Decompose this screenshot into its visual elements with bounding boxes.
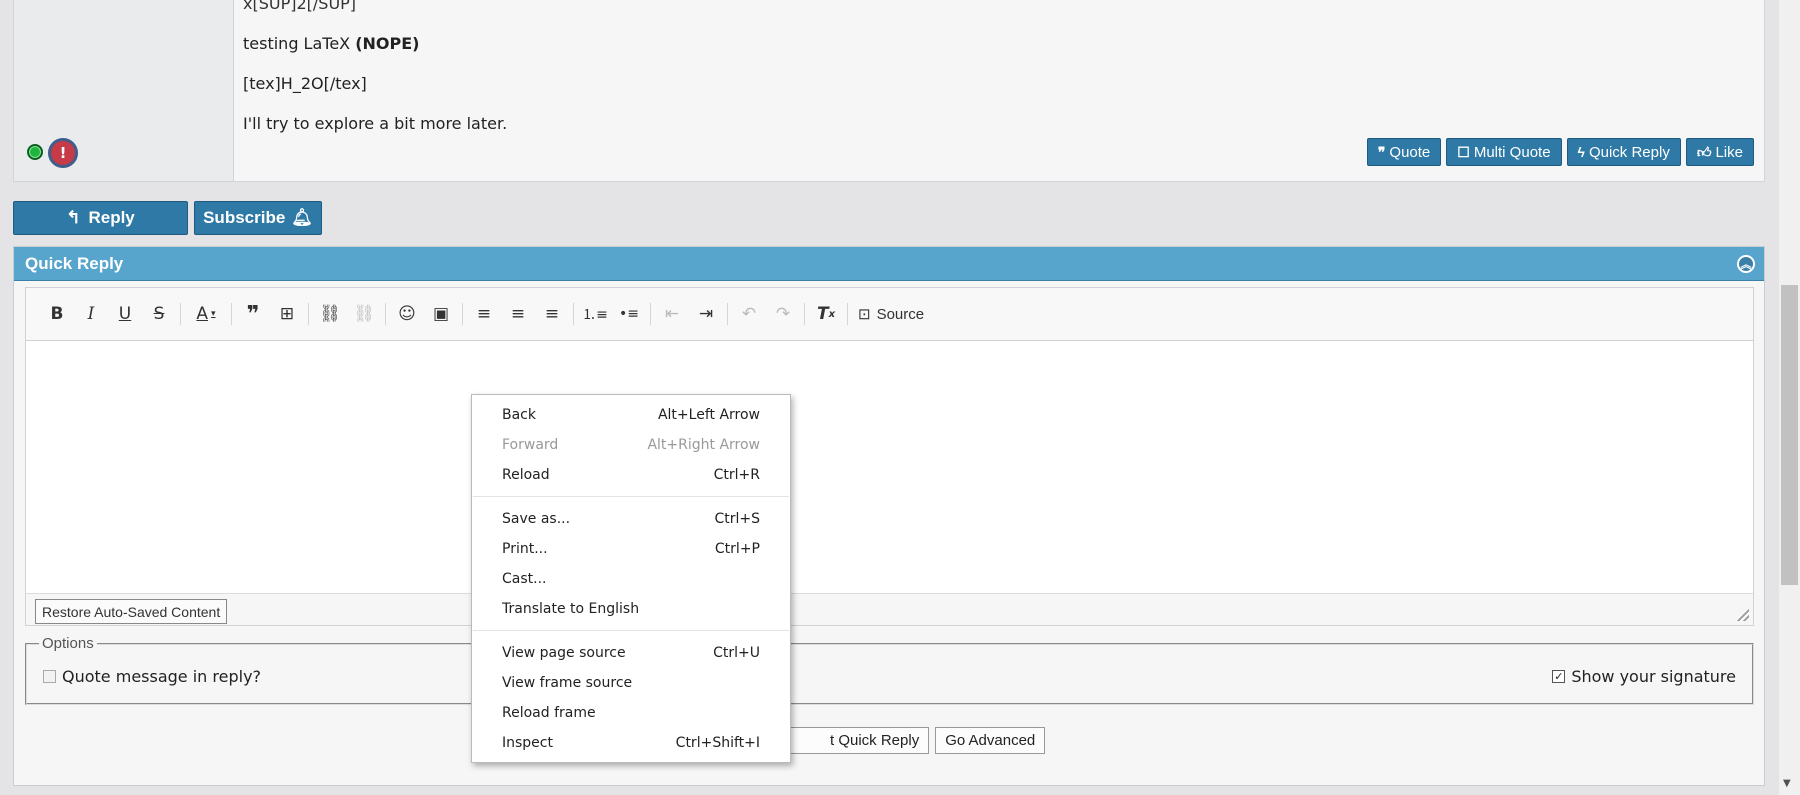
context-reload[interactable]: Reload Ctrl+R	[502, 463, 760, 487]
thumbs-up-icon: 👍︎	[1696, 143, 1712, 160]
quote-icon: ❞	[1377, 143, 1386, 160]
like-button[interactable]: 👍︎ Like	[1685, 138, 1754, 166]
context-view-frame-source[interactable]: View frame source	[502, 671, 760, 695]
unlink-icon[interactable]: ⛓	[347, 299, 381, 329]
numbered-list-icon[interactable]: ⒈≡	[578, 299, 612, 329]
restore-autosave-button[interactable]: Restore Auto-Saved Content	[35, 599, 228, 624]
align-right-icon[interactable]: ≡	[535, 299, 569, 329]
context-inspect[interactable]: Inspect Ctrl+Shift+I	[502, 731, 760, 755]
bold-icon[interactable]: B	[40, 299, 74, 329]
reply-arrow-icon: ↰	[66, 208, 81, 227]
toolbar-separator	[385, 303, 386, 325]
scroll-down-arrow-icon[interactable]: ▼	[1783, 778, 1791, 789]
editor-toolbar: B I U S A▾ ❞ ⊞ ⛓ ⛓ ☺ ▣ ≡ ≡ ≡ ⒈≡ •≡ ⇤ ⇥	[26, 288, 1753, 341]
show-signature-checkbox[interactable]: ✓	[1552, 670, 1566, 683]
menu-separator	[473, 496, 789, 497]
context-reload-frame[interactable]: Reload frame	[502, 701, 760, 725]
post-line: I'll try to explore a bit more later.	[243, 114, 508, 133]
redo-icon[interactable]: ↷	[766, 299, 800, 329]
post-author-sidebar: !	[14, 0, 234, 181]
undo-icon[interactable]: ↶	[732, 299, 766, 329]
report-post-icon[interactable]: !	[48, 138, 78, 168]
resize-handle-icon[interactable]	[1737, 609, 1749, 621]
editor-text-area[interactable]	[26, 341, 1753, 594]
quote-message-checkbox[interactable]	[43, 670, 56, 683]
post-line: [tex]H_2O[/tex]	[243, 74, 367, 93]
quick-reply-title: Quick Reply	[25, 253, 124, 273]
post-actions: ❞ Quote ☐ Multi Quote ϟ Quick Reply 👍︎ L…	[1366, 138, 1754, 166]
toolbar-separator	[180, 303, 181, 325]
align-center-icon[interactable]: ≡	[501, 299, 535, 329]
menu-separator	[473, 630, 789, 631]
reply-button[interactable]: ↰ Reply	[13, 201, 188, 235]
quick-reply-panel: Quick Reply ︽ B I U S A ▾ ❞ ⊞ ⛓ ⛓ ☺ ▣ ≡ ≡…	[13, 246, 1765, 786]
subscribe-button[interactable]: Subscribe 🔔︎	[194, 201, 322, 235]
options-legend: Options	[39, 635, 97, 652]
rich-text-editor: B I U S A▾ ❞ ⊞ ⛓ ⛓ ☺ ▣ ≡ ≡ ≡ ⒈≡ •≡ ⇤ ⇥	[25, 287, 1754, 626]
toolbar-separator	[650, 303, 651, 325]
online-status-icon	[27, 144, 43, 160]
toolbar-separator	[231, 303, 232, 325]
link-icon[interactable]: ⛓	[313, 299, 347, 329]
image-icon[interactable]: ▣	[424, 299, 458, 329]
forum-post: ! x[SUP]2[/SUP] testing LaTeX (NOPE) [te…	[13, 0, 1765, 182]
bullet-list-icon[interactable]: •≡	[612, 299, 646, 329]
context-back[interactable]: Back Alt+Left Arrow	[502, 403, 760, 427]
quick-reply-header: Quick Reply ︽	[14, 247, 1764, 281]
context-save-as[interactable]: Save as... Ctrl+S	[502, 507, 760, 531]
context-print[interactable]: Print... Ctrl+P	[502, 537, 760, 561]
toolbar-separator	[573, 303, 574, 325]
page-scrollbar[interactable]: ▼	[1779, 0, 1800, 795]
quote-message-option[interactable]: Quote message in reply?	[43, 667, 261, 686]
underline-icon[interactable]: U	[108, 299, 142, 329]
italic-icon[interactable]: I	[74, 299, 108, 329]
quote-button[interactable]: ❞ Quote	[1366, 138, 1442, 166]
browser-context-menu: Back Alt+Left Arrow Forward Alt+Right Ar…	[471, 394, 791, 763]
options-fieldset: Options Quote message in reply? ✓ Show y…	[25, 635, 1754, 705]
quick-reply-button[interactable]: ϟ Quick Reply	[1566, 138, 1681, 166]
bell-icon: 🔔︎	[291, 208, 313, 227]
toolbar-separator	[847, 303, 848, 325]
multi-quote-button[interactable]: ☐ Multi Quote	[1446, 138, 1562, 166]
go-advanced-button[interactable]: Go Advanced	[935, 727, 1046, 754]
bolt-icon: ϟ	[1577, 144, 1585, 160]
source-icon: ⊡	[858, 306, 871, 323]
editor-footer: Restore Auto-Saved Content	[26, 593, 1753, 625]
blockquote-icon[interactable]: ❞	[236, 299, 270, 329]
context-cast[interactable]: Cast...	[502, 567, 760, 591]
insert-table-icon[interactable]: ⊞	[270, 299, 304, 329]
outdent-icon[interactable]: ⇤	[655, 299, 689, 329]
align-left-icon[interactable]: ≡	[467, 299, 501, 329]
source-button[interactable]: ⊡ Source	[852, 305, 930, 324]
smiley-icon[interactable]: ☺	[390, 299, 424, 329]
post-line: testing LaTeX (NOPE)	[243, 34, 420, 53]
indent-icon[interactable]: ⇥	[689, 299, 723, 329]
context-view-page-source[interactable]: View page source Ctrl+U	[502, 641, 760, 665]
collapse-icon[interactable]: ︽	[1737, 255, 1755, 273]
post-line: x[SUP]2[/SUP]	[243, 0, 357, 13]
context-translate[interactable]: Translate to English	[502, 597, 760, 621]
toolbar-separator	[308, 303, 309, 325]
text-color-icon[interactable]: A ▾	[185, 299, 227, 329]
checkbox-icon: ☐	[1457, 143, 1470, 160]
strikethrough-icon[interactable]: S	[142, 299, 176, 329]
toolbar-separator	[462, 303, 463, 325]
show-signature-option[interactable]: ✓ Show your signature	[1552, 667, 1736, 686]
toolbar-separator	[727, 303, 728, 325]
post-bold-text: (NOPE)	[355, 34, 420, 53]
remove-format-icon[interactable]: Tx	[809, 299, 843, 329]
toolbar-separator	[804, 303, 805, 325]
context-forward[interactable]: Forward Alt+Right Arrow	[502, 433, 760, 457]
scrollbar-thumb[interactable]	[1781, 285, 1798, 585]
